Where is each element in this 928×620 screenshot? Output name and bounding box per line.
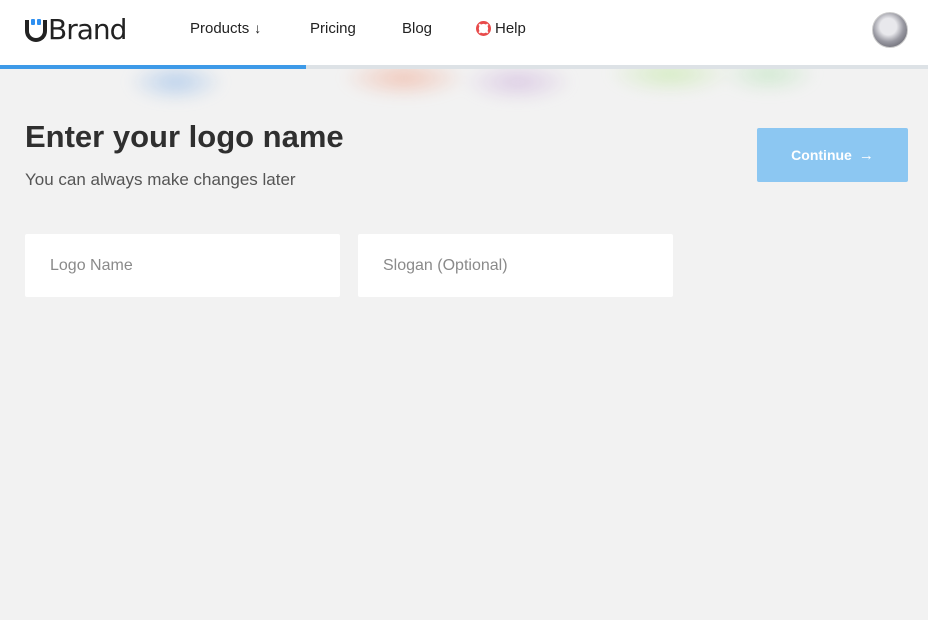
arrow-down-icon: ↓ (254, 20, 262, 36)
continue-label: Continue (791, 147, 852, 163)
nav-products[interactable]: Products ↓ (190, 20, 261, 37)
nav-help-label: Help (495, 20, 526, 37)
nav-help[interactable]: Help (476, 20, 526, 37)
page-subtitle: You can always make changes later (25, 170, 296, 189)
step-progress-bar (0, 65, 928, 69)
logo-text: Brand (48, 12, 127, 46)
nav-blog[interactable]: Blog (402, 20, 432, 37)
page-title: Enter your logo name (25, 119, 344, 154)
logo-name-input[interactable] (25, 234, 340, 297)
nav-pricing[interactable]: Pricing (310, 20, 356, 37)
progress-fill (0, 65, 307, 69)
logo-u-icon (25, 19, 47, 42)
user-avatar[interactable] (872, 12, 908, 48)
brand-logo[interactable]: Brand (25, 12, 127, 46)
continue-button[interactable]: Continue → (757, 128, 908, 182)
top-navigation-bar: Brand Products ↓ Pricing Blog Help (0, 0, 928, 65)
nav-products-label: Products (190, 20, 250, 37)
lifebuoy-icon (476, 21, 491, 36)
slogan-input[interactable] (358, 234, 673, 297)
arrow-right-icon: → (858, 146, 874, 164)
